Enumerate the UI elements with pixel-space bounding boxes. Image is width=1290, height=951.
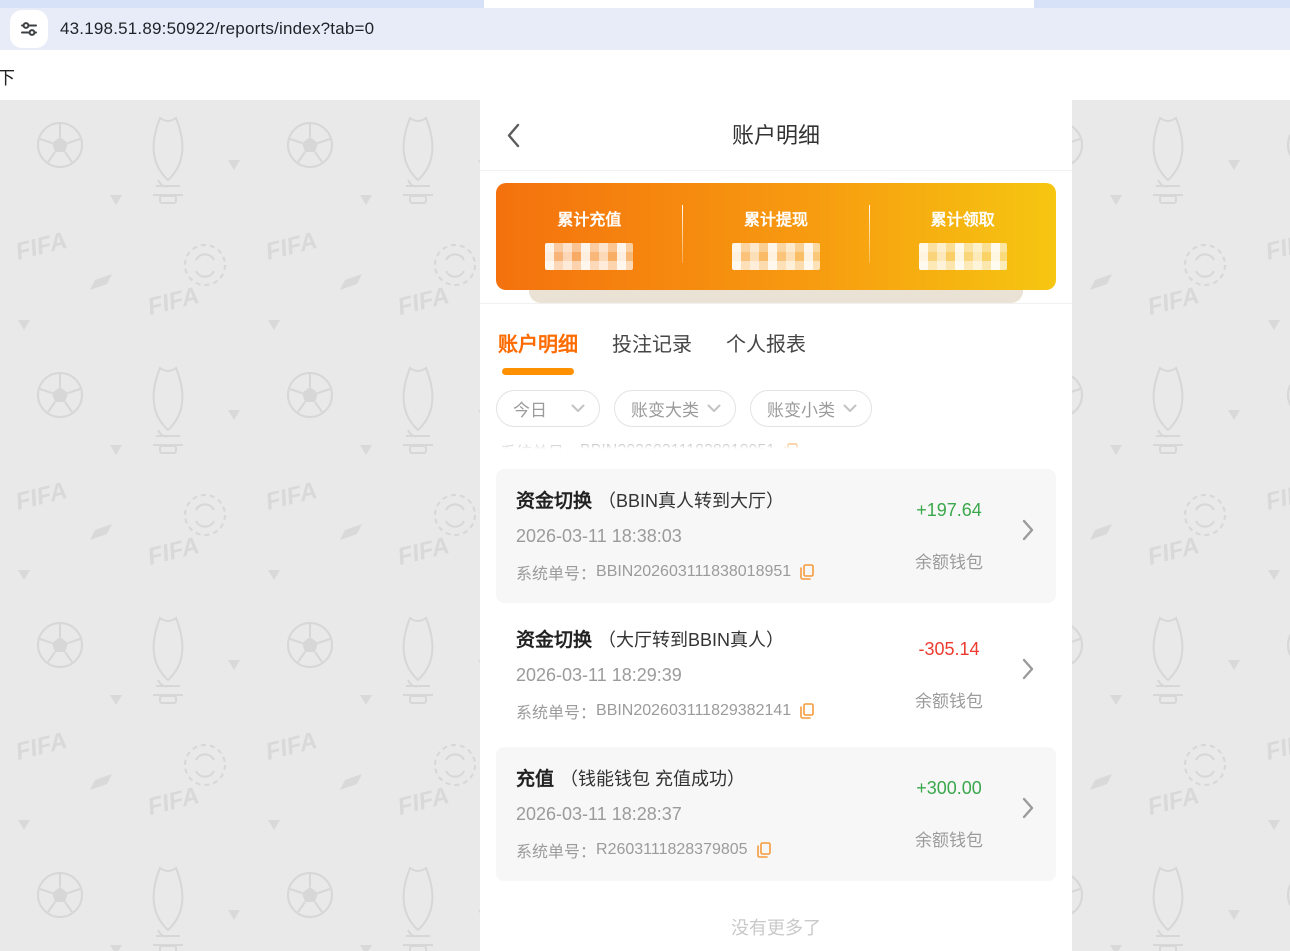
masked-value <box>732 243 820 270</box>
txn-subtitle: （大厅转到BBIN真人） <box>598 626 784 652</box>
filter-bar: 今日 账变大类 账变小类 <box>480 375 1072 437</box>
order-label: 系统单号： <box>516 699 596 723</box>
txn-order-line: 系统单号： R2603111828379805 <box>516 838 876 862</box>
txn-type: 资金切换 <box>516 625 592 652</box>
txn-wallet: 余额钱包 <box>894 687 1004 712</box>
back-chevron-icon <box>506 123 520 148</box>
browser-chrome: 43.198.51.89:50922/reports/index?tab=0 下 <box>0 0 1290 100</box>
site-settings-button[interactable] <box>10 10 48 48</box>
summary-divider <box>869 205 870 263</box>
copy-icon[interactable] <box>757 842 771 858</box>
txn-subtitle: （BBIN真人转到大厅） <box>598 487 784 513</box>
tab-label: 个人报表 <box>726 334 806 356</box>
chevron-right-icon <box>1022 797 1034 819</box>
txn-subtitle: （钱能钱包 充值成功） <box>560 765 745 791</box>
order-label: 系统单号： <box>516 560 596 584</box>
tab-account-detail[interactable]: 账户明细 <box>498 328 578 375</box>
tab-label: 投注记录 <box>612 334 692 356</box>
order-label: 系统单号： <box>516 838 596 862</box>
txn-wallet: 余额钱包 <box>894 548 1004 573</box>
transaction-row[interactable]: 资金切换 （大厅转到BBIN真人） 2026-03-11 18:29:39 系统… <box>496 608 1056 742</box>
fade-overlay <box>480 437 1072 469</box>
corner-text: 下 <box>0 64 15 90</box>
url-text[interactable]: 43.198.51.89:50922/reports/index?tab=0 <box>60 19 374 39</box>
txn-order-line: 系统单号： BBIN202603111838018951 <box>516 560 876 584</box>
masked-value <box>545 243 633 270</box>
summary-label: 累计充值 <box>557 206 621 230</box>
transaction-right: -305.14 余额钱包 <box>894 639 1004 712</box>
tab-label: 账户明细 <box>498 334 578 356</box>
summary-section: 累计充值 累计提现 累计领取 <box>480 171 1072 303</box>
txn-datetime: 2026-03-11 18:29:39 <box>516 665 876 686</box>
clipped-list-item: 系统单号： BBIN202603111838018951 <box>480 437 1072 469</box>
chevron-right-icon <box>1022 519 1034 541</box>
chevron-right-icon <box>1022 658 1034 680</box>
transaction-row[interactable]: 资金切换 （BBIN真人转到大厅） 2026-03-11 18:38:03 系统… <box>496 469 1056 603</box>
transaction-right: +300.00 余额钱包 <box>894 778 1004 851</box>
address-bar[interactable]: 43.198.51.89:50922/reports/index?tab=0 <box>0 8 1290 50</box>
copy-icon[interactable] <box>800 564 814 580</box>
summary-col-claimed: 累计领取 <box>869 183 1056 290</box>
page-title: 账户明细 <box>480 100 1072 171</box>
page-content: FIFA FIFA <box>0 100 1290 951</box>
summary-label: 累计提现 <box>744 206 808 230</box>
order-number: BBIN202603111829382141 <box>596 702 791 720</box>
transaction-row[interactable]: 充值 （钱能钱包 充值成功） 2026-03-11 18:28:37 系统单号：… <box>496 747 1056 881</box>
txn-amount: +197.64 <box>894 500 1004 521</box>
summary-col-withdraw: 累计提现 <box>683 183 870 290</box>
filter-label: 账变小类 <box>767 396 835 421</box>
panel-header: 账户明细 <box>480 100 1072 171</box>
tab-bet-records[interactable]: 投注记录 <box>612 328 692 375</box>
back-button[interactable] <box>506 123 520 153</box>
txn-datetime: 2026-03-11 18:38:03 <box>516 526 876 547</box>
filter-minor-type-dropdown[interactable]: 账变小类 <box>750 390 872 427</box>
summary-col-recharge: 累计充值 <box>496 183 683 290</box>
transaction-right: +197.64 余额钱包 <box>894 500 1004 573</box>
browser-tab-strip <box>0 0 1290 8</box>
txn-amount: +300.00 <box>894 778 1004 799</box>
txn-type: 资金切换 <box>516 486 592 513</box>
page-top-strip: 下 <box>0 50 1290 100</box>
txn-wallet: 余额钱包 <box>894 826 1004 851</box>
transaction-list: 资金切换 （BBIN真人转到大厅） 2026-03-11 18:38:03 系统… <box>480 469 1072 881</box>
filter-date-dropdown[interactable]: 今日 <box>496 390 600 427</box>
order-number: BBIN202603111838018951 <box>596 563 791 581</box>
summary-card: 累计充值 累计提现 累计领取 <box>496 183 1056 290</box>
filter-major-type-dropdown[interactable]: 账变大类 <box>614 390 736 427</box>
txn-datetime: 2026-03-11 18:28:37 <box>516 804 876 825</box>
tab-personal-report[interactable]: 个人报表 <box>726 328 806 375</box>
tab-bar: 账户明细 投注记录 个人报表 <box>480 304 1072 375</box>
no-more-text: 没有更多了 <box>480 886 1072 951</box>
txn-amount: -305.14 <box>894 639 1004 660</box>
chevron-down-icon <box>843 404 857 413</box>
site-settings-icon <box>19 19 39 39</box>
summary-divider <box>682 205 683 263</box>
browser-active-tab <box>484 0 1034 8</box>
filter-label: 今日 <box>513 396 547 421</box>
order-number: R2603111828379805 <box>596 841 748 859</box>
summary-label: 累计领取 <box>931 206 995 230</box>
active-tab-underline <box>502 368 574 375</box>
chevron-down-icon <box>707 404 721 413</box>
card-echo-strip <box>529 290 1023 303</box>
masked-value <box>919 243 1007 270</box>
txn-order-line: 系统单号： BBIN202603111829382141 <box>516 699 876 723</box>
mobile-panel: 账户明细 累计充值 累计提现 累计领取 <box>480 100 1072 951</box>
txn-type: 充值 <box>516 764 554 791</box>
chevron-down-icon <box>571 404 585 413</box>
copy-icon[interactable] <box>800 703 814 719</box>
filter-label: 账变大类 <box>631 396 699 421</box>
